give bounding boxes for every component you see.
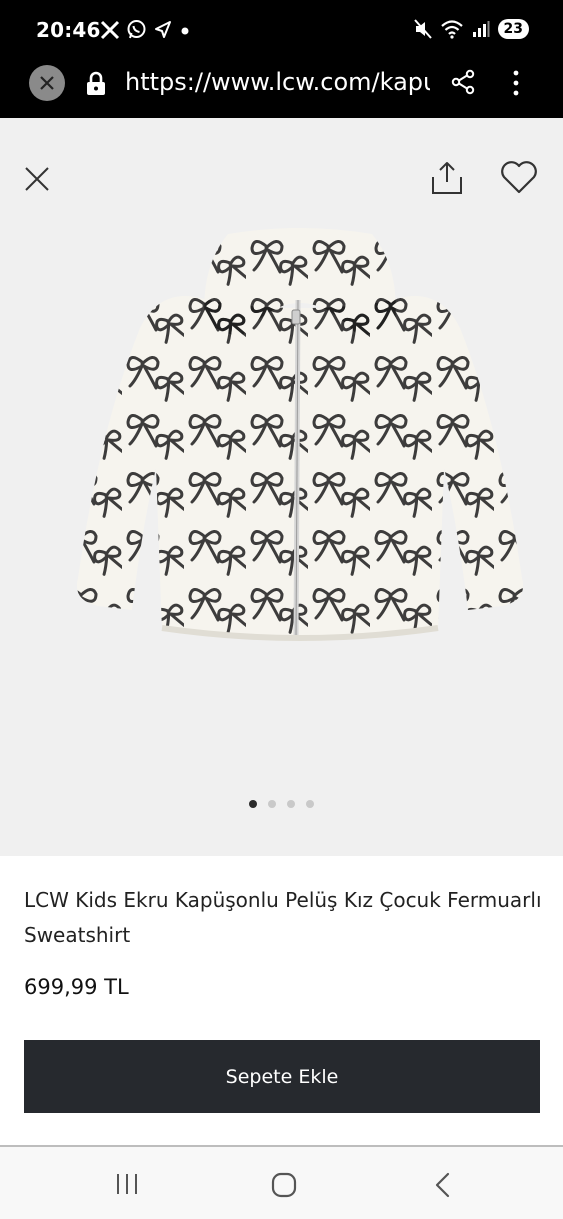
share-icon[interactable] <box>430 160 464 196</box>
mute-icon <box>413 19 432 39</box>
url-text[interactable]: https://www.lcw.com/kapusc <box>125 68 430 96</box>
product-photo <box>76 228 524 641</box>
back-icon[interactable] <box>432 1171 452 1199</box>
notification-dot <box>181 27 189 34</box>
add-to-cart-button[interactable]: Sepete Ekle <box>24 1040 540 1113</box>
product-image-gallery[interactable] <box>0 118 563 856</box>
status-time: 20:46 <box>36 18 101 42</box>
system-nav-bar <box>0 1147 563 1219</box>
close-tab-button[interactable] <box>29 65 65 101</box>
x-app-icon <box>100 20 120 39</box>
product-title: LCW Kids Ekru Kapüşonlu Pelüş Kız Çocuk … <box>24 888 542 947</box>
pagination-dot-1[interactable] <box>249 800 257 808</box>
battery-indicator: 23 <box>497 19 529 39</box>
lock-icon <box>87 71 105 95</box>
heart-icon[interactable] <box>500 160 538 196</box>
image-pagination[interactable] <box>0 800 563 808</box>
close-icon <box>40 76 54 90</box>
signal-icon <box>472 21 490 37</box>
whatsapp-icon <box>127 20 146 39</box>
status-system-icons: 23 <box>413 19 529 39</box>
browser-url-bar: https://www.lcw.com/kapusc <box>0 58 563 118</box>
pagination-dot-4[interactable] <box>306 800 314 808</box>
location-icon <box>155 20 171 38</box>
status-app-icons <box>100 19 191 40</box>
pagination-dot-2[interactable] <box>268 800 276 808</box>
close-icon[interactable] <box>23 165 51 193</box>
more-vertical-icon[interactable] <box>508 69 524 97</box>
status-bar: 20:46 23 <box>0 0 563 58</box>
pagination-dot-3[interactable] <box>287 800 295 808</box>
home-icon[interactable] <box>270 1171 298 1199</box>
product-price: 699,99 TL <box>24 975 129 999</box>
share-icon[interactable] <box>450 69 476 95</box>
recents-icon[interactable] <box>115 1173 139 1195</box>
wifi-icon <box>440 20 463 39</box>
